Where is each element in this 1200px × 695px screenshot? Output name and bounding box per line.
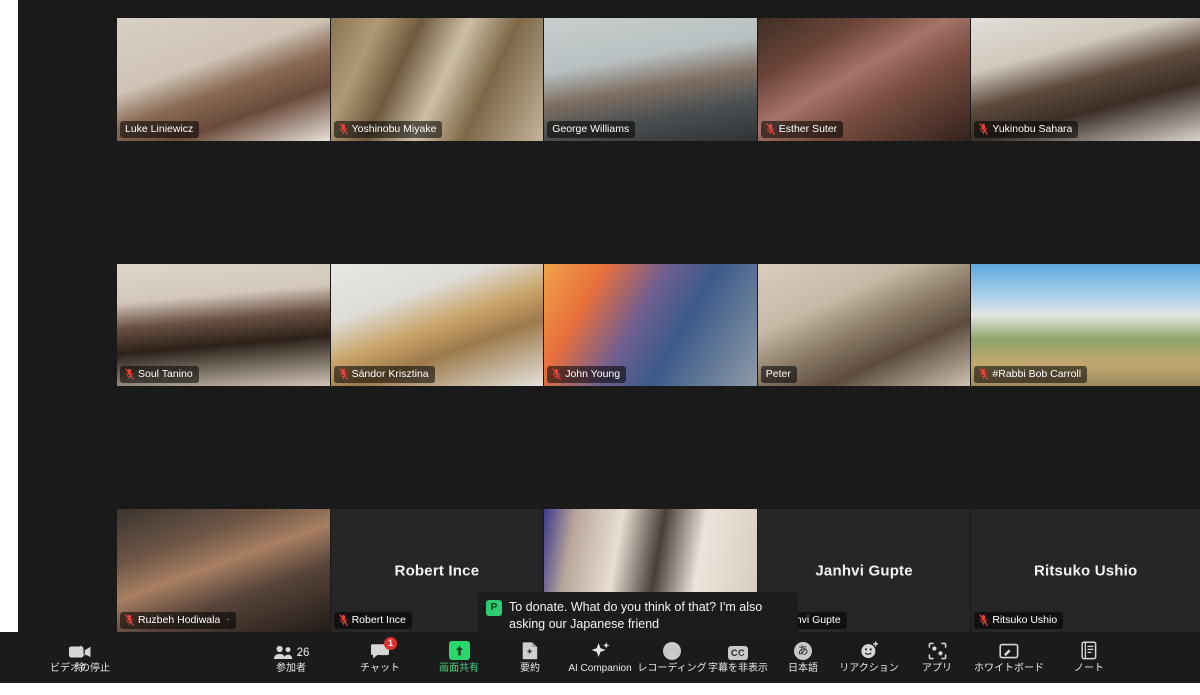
participant-tile[interactable]: George Williams bbox=[544, 18, 757, 141]
mic-off-icon bbox=[979, 122, 989, 135]
toolbar-participants-label: 参加者 bbox=[276, 663, 306, 674]
participant-name: John Young bbox=[565, 368, 621, 381]
participant-display-name-large: Janhvi Gupte bbox=[815, 562, 913, 580]
participant-tile[interactable]: Ritsuko Ushio Ritsuko Ushio bbox=[971, 509, 1200, 632]
notes-icon bbox=[1081, 641, 1097, 660]
whiteboard-icon bbox=[999, 641, 1019, 660]
participant-tile[interactable]: Peter bbox=[757, 263, 971, 387]
participant-name: Yoshinobu Miyake bbox=[351, 122, 437, 135]
chat-bubble-icon: 1 ⌃ bbox=[370, 637, 397, 662]
mic-off-icon bbox=[766, 122, 775, 135]
participants-icon: 26 ⌃ bbox=[273, 641, 309, 662]
chat-unread-badge: 1 bbox=[384, 637, 397, 650]
participant-tile[interactable]: #Rabbi Bob Carroll bbox=[971, 263, 1200, 387]
participant-tile[interactable]: Soul Tanino bbox=[117, 263, 330, 387]
toolbar-video-button[interactable]: ⌃ ビデオの停止 bbox=[25, 632, 135, 683]
share-screen-icon bbox=[448, 641, 470, 660]
toolbar-video-label: ビデオの停止 bbox=[50, 663, 110, 674]
participant-name-plate: Luke Liniewicz bbox=[120, 120, 200, 138]
apps-icon bbox=[928, 641, 947, 660]
participant-tile[interactable]: Yukinobu Sahara bbox=[971, 18, 1200, 141]
participant-name: Sándor Krisztina bbox=[351, 368, 429, 381]
participant-name: Esther Suter bbox=[778, 122, 838, 135]
participant-name-plate: Ritsuko Ushio bbox=[974, 611, 1064, 629]
caption-text: To donate. What do you think of that? I'… bbox=[509, 600, 763, 631]
gallery-grid: Luke Liniewicz Yoshinobu Miyake George Wil… bbox=[117, 18, 1200, 632]
participant-name: Yukinobu Sahara bbox=[992, 122, 1073, 135]
participant-more-options-icon[interactable]: · bbox=[226, 614, 229, 625]
participant-name-plate: John Young bbox=[547, 366, 627, 384]
language-icon: あ bbox=[794, 641, 812, 660]
participant-name-plate: Ruzbeh Hodiwala · bbox=[120, 611, 236, 629]
participant-tile[interactable]: Ruzbeh Hodiwala · bbox=[117, 509, 330, 632]
mic-off-icon bbox=[125, 368, 134, 381]
toolbar-summary-label: 要約 bbox=[520, 663, 540, 674]
chevron-up-icon[interactable]: ⌃ bbox=[81, 653, 89, 662]
summary-doc-icon bbox=[521, 641, 540, 660]
record-circle-icon bbox=[663, 642, 681, 660]
mic-off-icon bbox=[125, 614, 134, 626]
meeting-stage: Luke Liniewicz Yoshinobu Miyake George Wil… bbox=[18, 0, 1200, 632]
mic-off-icon bbox=[338, 614, 348, 626]
toolbar-share-screen-label: 画面共有 bbox=[439, 663, 479, 674]
toolbar-notes-button[interactable]: ノート bbox=[1034, 632, 1144, 683]
participant-name: Soul Tanino bbox=[138, 368, 193, 381]
record-circle-icon bbox=[663, 641, 681, 660]
reactions-smiley-icon bbox=[860, 641, 879, 660]
participant-name-plate: Robert Ince bbox=[333, 611, 412, 629]
toolbar-chat-label: チャット bbox=[360, 663, 400, 674]
participant-name-plate: Yukinobu Sahara bbox=[974, 120, 1079, 138]
participant-tile[interactable]: John Young bbox=[544, 263, 757, 387]
participant-name-plate: Sándor Krisztina bbox=[333, 366, 435, 384]
mic-off-icon bbox=[979, 614, 989, 626]
video-camera-icon: ⌃ bbox=[68, 641, 92, 662]
gallery-row: Soul Tanino Sándor Krisztina John Young Pet… bbox=[117, 263, 1200, 387]
participant-name-plate: Yoshinobu Miyake bbox=[333, 120, 443, 138]
chevron-up-icon[interactable]: ⌃ bbox=[295, 653, 303, 662]
mic-off-icon bbox=[552, 368, 561, 381]
mic-off-icon bbox=[338, 368, 348, 381]
caption-speaker-avatar: P bbox=[486, 600, 502, 616]
zoom-meeting-window: Luke Liniewicz Yoshinobu Miyake George Wil… bbox=[0, 0, 1200, 695]
mic-off-icon bbox=[338, 122, 348, 135]
closed-caption-icon: CC ⌃ bbox=[728, 641, 748, 662]
chevron-up-icon[interactable]: ⌃ bbox=[737, 653, 745, 662]
mic-off-icon bbox=[979, 368, 989, 381]
chevron-up-icon[interactable]: ⌃ bbox=[381, 653, 389, 662]
toolbar-notes-label: ノート bbox=[1074, 663, 1104, 674]
participant-display-name-large: Ritsuko Ushio bbox=[1033, 562, 1138, 580]
participant-name: George Williams bbox=[552, 122, 630, 135]
participant-name: Robert Ince bbox=[351, 613, 406, 626]
toolbar-apps-label: アプリ bbox=[922, 663, 952, 674]
participant-tile[interactable]: Luke Liniewicz bbox=[117, 18, 330, 141]
participant-name-plate: George Williams bbox=[547, 120, 636, 138]
participant-name: Ruzbeh Hodiwala bbox=[138, 613, 221, 626]
live-caption-bubble: P To donate. What do you think of that? … bbox=[478, 592, 798, 640]
participant-name-plate: #Rabbi Bob Carroll bbox=[974, 366, 1088, 384]
gallery-row: Luke Liniewicz Yoshinobu Miyake George Wil… bbox=[117, 18, 1200, 141]
participant-name: Peter bbox=[765, 368, 791, 381]
participant-name-plate: Soul Tanino bbox=[120, 366, 199, 384]
participant-name: Luke Liniewicz bbox=[125, 122, 194, 135]
participant-name-plate: Esther Suter bbox=[760, 120, 844, 138]
participant-name-plate: Peter bbox=[760, 366, 797, 384]
sparkle-icon bbox=[590, 641, 611, 660]
participant-tile[interactable]: Esther Suter bbox=[757, 18, 971, 141]
participant-name: #Rabbi Bob Carroll bbox=[992, 368, 1082, 381]
participant-tile[interactable]: Yoshinobu Miyake bbox=[330, 18, 544, 141]
participant-name: Ritsuko Ushio bbox=[992, 613, 1058, 626]
participant-tile[interactable]: Sándor Krisztina bbox=[330, 263, 544, 387]
participant-display-name-large: Robert Ince bbox=[394, 562, 480, 580]
